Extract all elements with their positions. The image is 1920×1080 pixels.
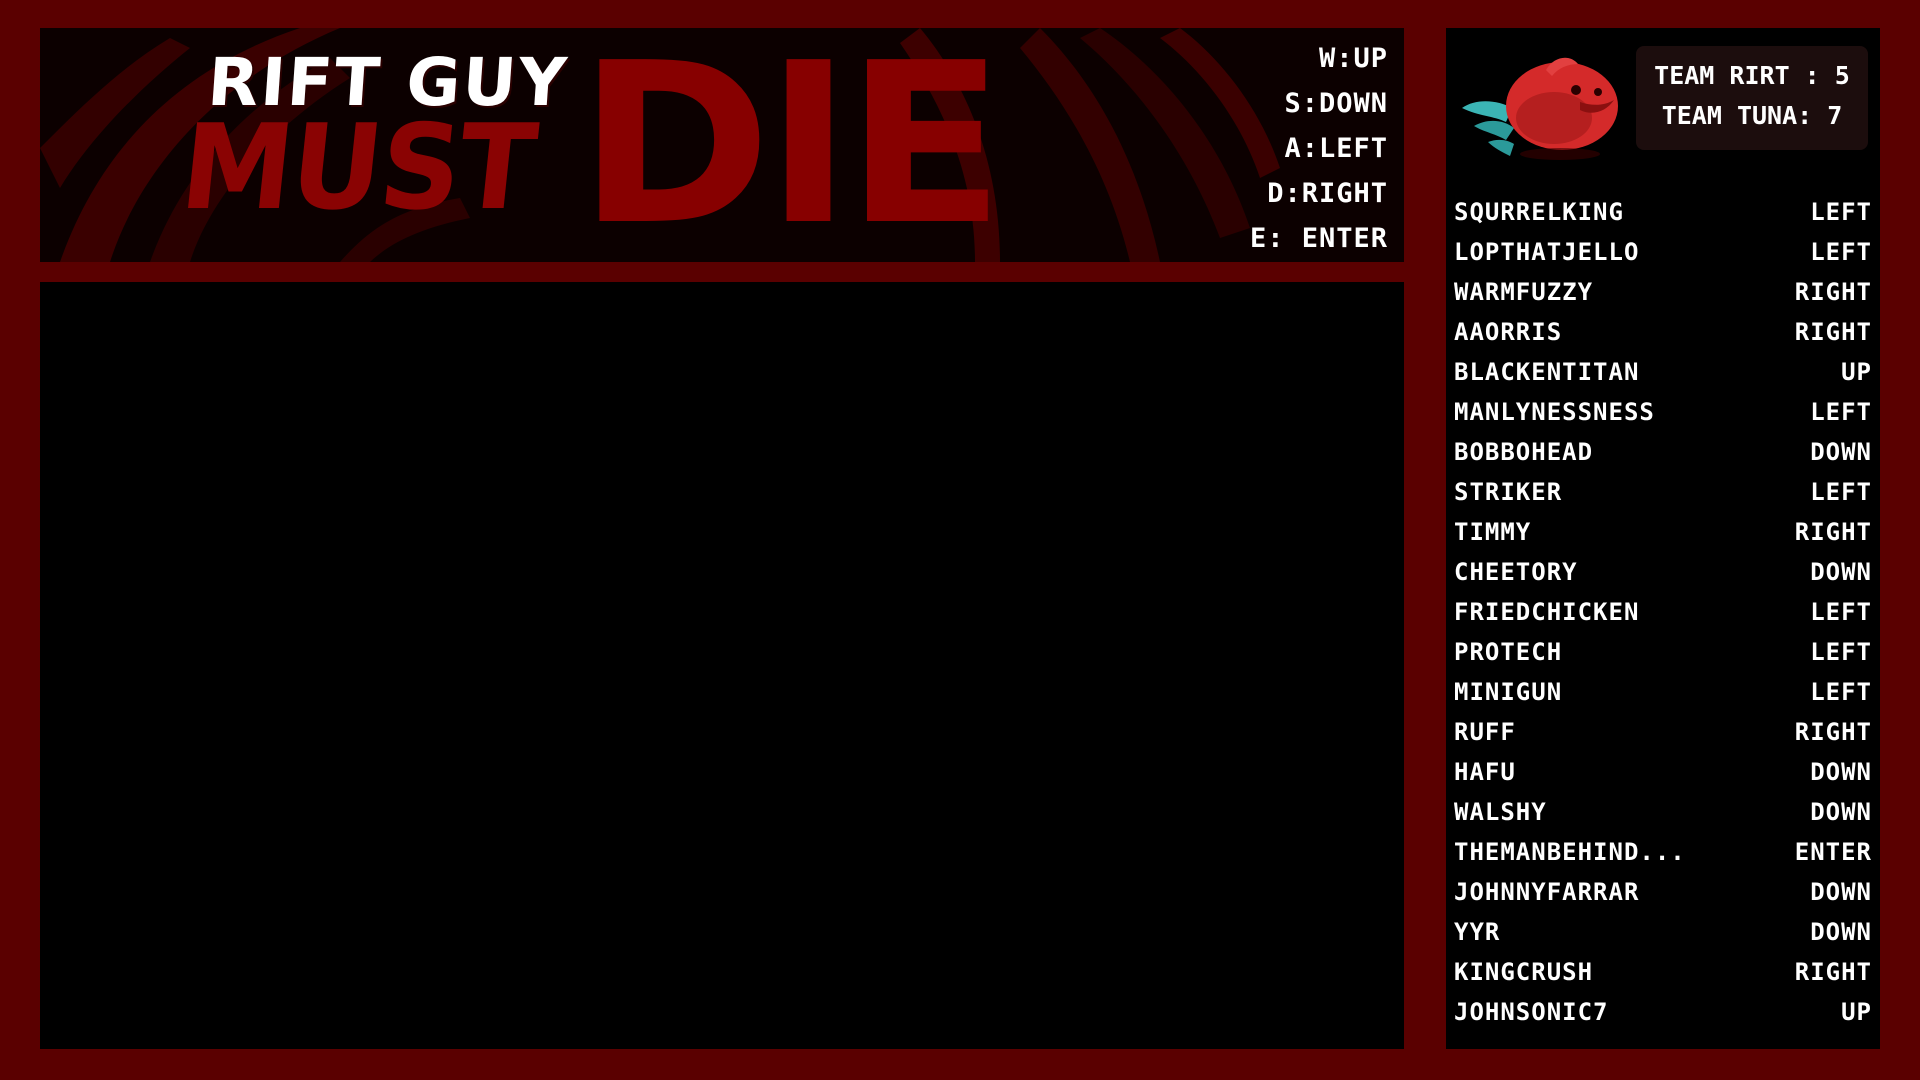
control-up: W:UP [1318, 43, 1388, 74]
player-name: CHEETORY [1454, 558, 1578, 586]
player-name: YYR [1454, 918, 1501, 946]
player-command: RIGHT [1794, 278, 1872, 306]
player-command: LEFT [1810, 678, 1872, 706]
player-name: STRIKER [1454, 478, 1563, 506]
list-item: HAFU DOWN [1454, 752, 1872, 792]
list-item: MANLYNESSNESS LEFT [1454, 392, 1872, 432]
list-item: THEMANBEHIND... ENTER [1454, 832, 1872, 872]
player-command: DOWN [1810, 798, 1872, 826]
list-item: SQURRELKING LEFT [1454, 192, 1872, 232]
player-command: LEFT [1810, 198, 1872, 226]
player-command: DOWN [1810, 878, 1872, 906]
player-command: DOWN [1810, 558, 1872, 586]
player-command: RIGHT [1794, 958, 1872, 986]
player-name: WARMFUZZY [1454, 278, 1594, 306]
player-name: THEMANBEHIND... [1454, 838, 1686, 866]
player-name: JOHNSONIC7 [1454, 998, 1609, 1026]
list-item: JOHNNYFARRAR DOWN [1454, 872, 1872, 912]
player-command: DOWN [1810, 758, 1872, 786]
player-command: LEFT [1810, 598, 1872, 626]
player-command: RIGHT [1794, 518, 1872, 546]
player-name: FRIEDCHICKEN [1454, 598, 1640, 626]
player-name: JOHNNYFARRAR [1454, 878, 1640, 906]
list-item: AAORRIS RIGHT [1454, 312, 1872, 352]
team-score-box: TEAM RIRT : 5 TEAM TUNA: 7 [1636, 46, 1868, 150]
player-name: PROTECH [1454, 638, 1563, 666]
control-enter: E: ENTER [1249, 223, 1388, 254]
list-item: JOHNSONIC7 UP [1454, 992, 1872, 1032]
player-name: BLACKENTITAN [1454, 358, 1640, 386]
player-command-list: SQURRELKING LEFT LOPTHATJELLO LEFT WARMFUZ… [1454, 192, 1872, 1032]
list-item: LOPTHATJELLO LEFT [1454, 232, 1872, 272]
player-command: LEFT [1810, 238, 1872, 266]
player-command: DOWN [1810, 918, 1872, 946]
control-right: D:RIGHT [1267, 178, 1388, 209]
title-must: MUST [174, 99, 541, 237]
title-banner: RIFT GUY MUST DIE W:UP S:DOWN A:LEFT D:R… [40, 28, 1404, 262]
player-command: UP [1841, 358, 1872, 386]
list-item: STRIKER LEFT [1454, 472, 1872, 512]
title-die: DIE [577, 28, 1005, 262]
list-item: WARMFUZZY RIGHT [1454, 272, 1872, 312]
player-name: TIMMY [1454, 518, 1532, 546]
list-item: BLACKENTITAN UP [1454, 352, 1872, 392]
player-command: UP [1841, 998, 1872, 1026]
list-item: CHEETORY DOWN [1454, 552, 1872, 592]
list-item: WALSHY DOWN [1454, 792, 1872, 832]
player-name: MINIGUN [1454, 678, 1563, 706]
player-name: AAORRIS [1454, 318, 1563, 346]
player-command: LEFT [1810, 638, 1872, 666]
player-command: ENTER [1794, 838, 1872, 866]
team-tuna-score: TEAM TUNA: 7 [1661, 101, 1843, 130]
side-panel: TEAM RIRT : 5 TEAM TUNA: 7 SQURRELKING LE… [1446, 28, 1880, 1049]
player-name: KINGCRUSH [1454, 958, 1594, 986]
player-command: LEFT [1810, 398, 1872, 426]
list-item: BOBBOHEAD DOWN [1454, 432, 1872, 472]
player-name: SQURRELKING [1454, 198, 1624, 226]
red-bird-icon [1462, 57, 1618, 160]
player-name: BOBBOHEAD [1454, 438, 1594, 466]
player-command: RIGHT [1794, 318, 1872, 346]
player-name: RUFF [1454, 718, 1516, 746]
game-viewport[interactable] [40, 282, 1404, 1049]
list-item: RUFF RIGHT [1454, 712, 1872, 752]
list-item: KINGCRUSH RIGHT [1454, 952, 1872, 992]
list-item: PROTECH LEFT [1454, 632, 1872, 672]
controls-legend: W:UP S:DOWN A:LEFT D:RIGHT E: ENTER [1168, 36, 1388, 261]
list-item: MINIGUN LEFT [1454, 672, 1872, 712]
list-item: YYR DOWN [1454, 912, 1872, 952]
player-command: LEFT [1810, 478, 1872, 506]
player-name: HAFU [1454, 758, 1516, 786]
player-name: WALSHY [1454, 798, 1547, 826]
list-item: FRIEDCHICKEN LEFT [1454, 592, 1872, 632]
player-command: DOWN [1810, 438, 1872, 466]
player-name: LOPTHATJELLO [1454, 238, 1640, 266]
player-command: RIGHT [1794, 718, 1872, 746]
control-left: A:LEFT [1284, 133, 1388, 164]
team-rirt-score: TEAM RIRT : 5 [1654, 61, 1850, 90]
player-name: MANLYNESSNESS [1454, 398, 1655, 426]
list-item: TIMMY RIGHT [1454, 512, 1872, 552]
control-down: S:DOWN [1284, 88, 1388, 119]
